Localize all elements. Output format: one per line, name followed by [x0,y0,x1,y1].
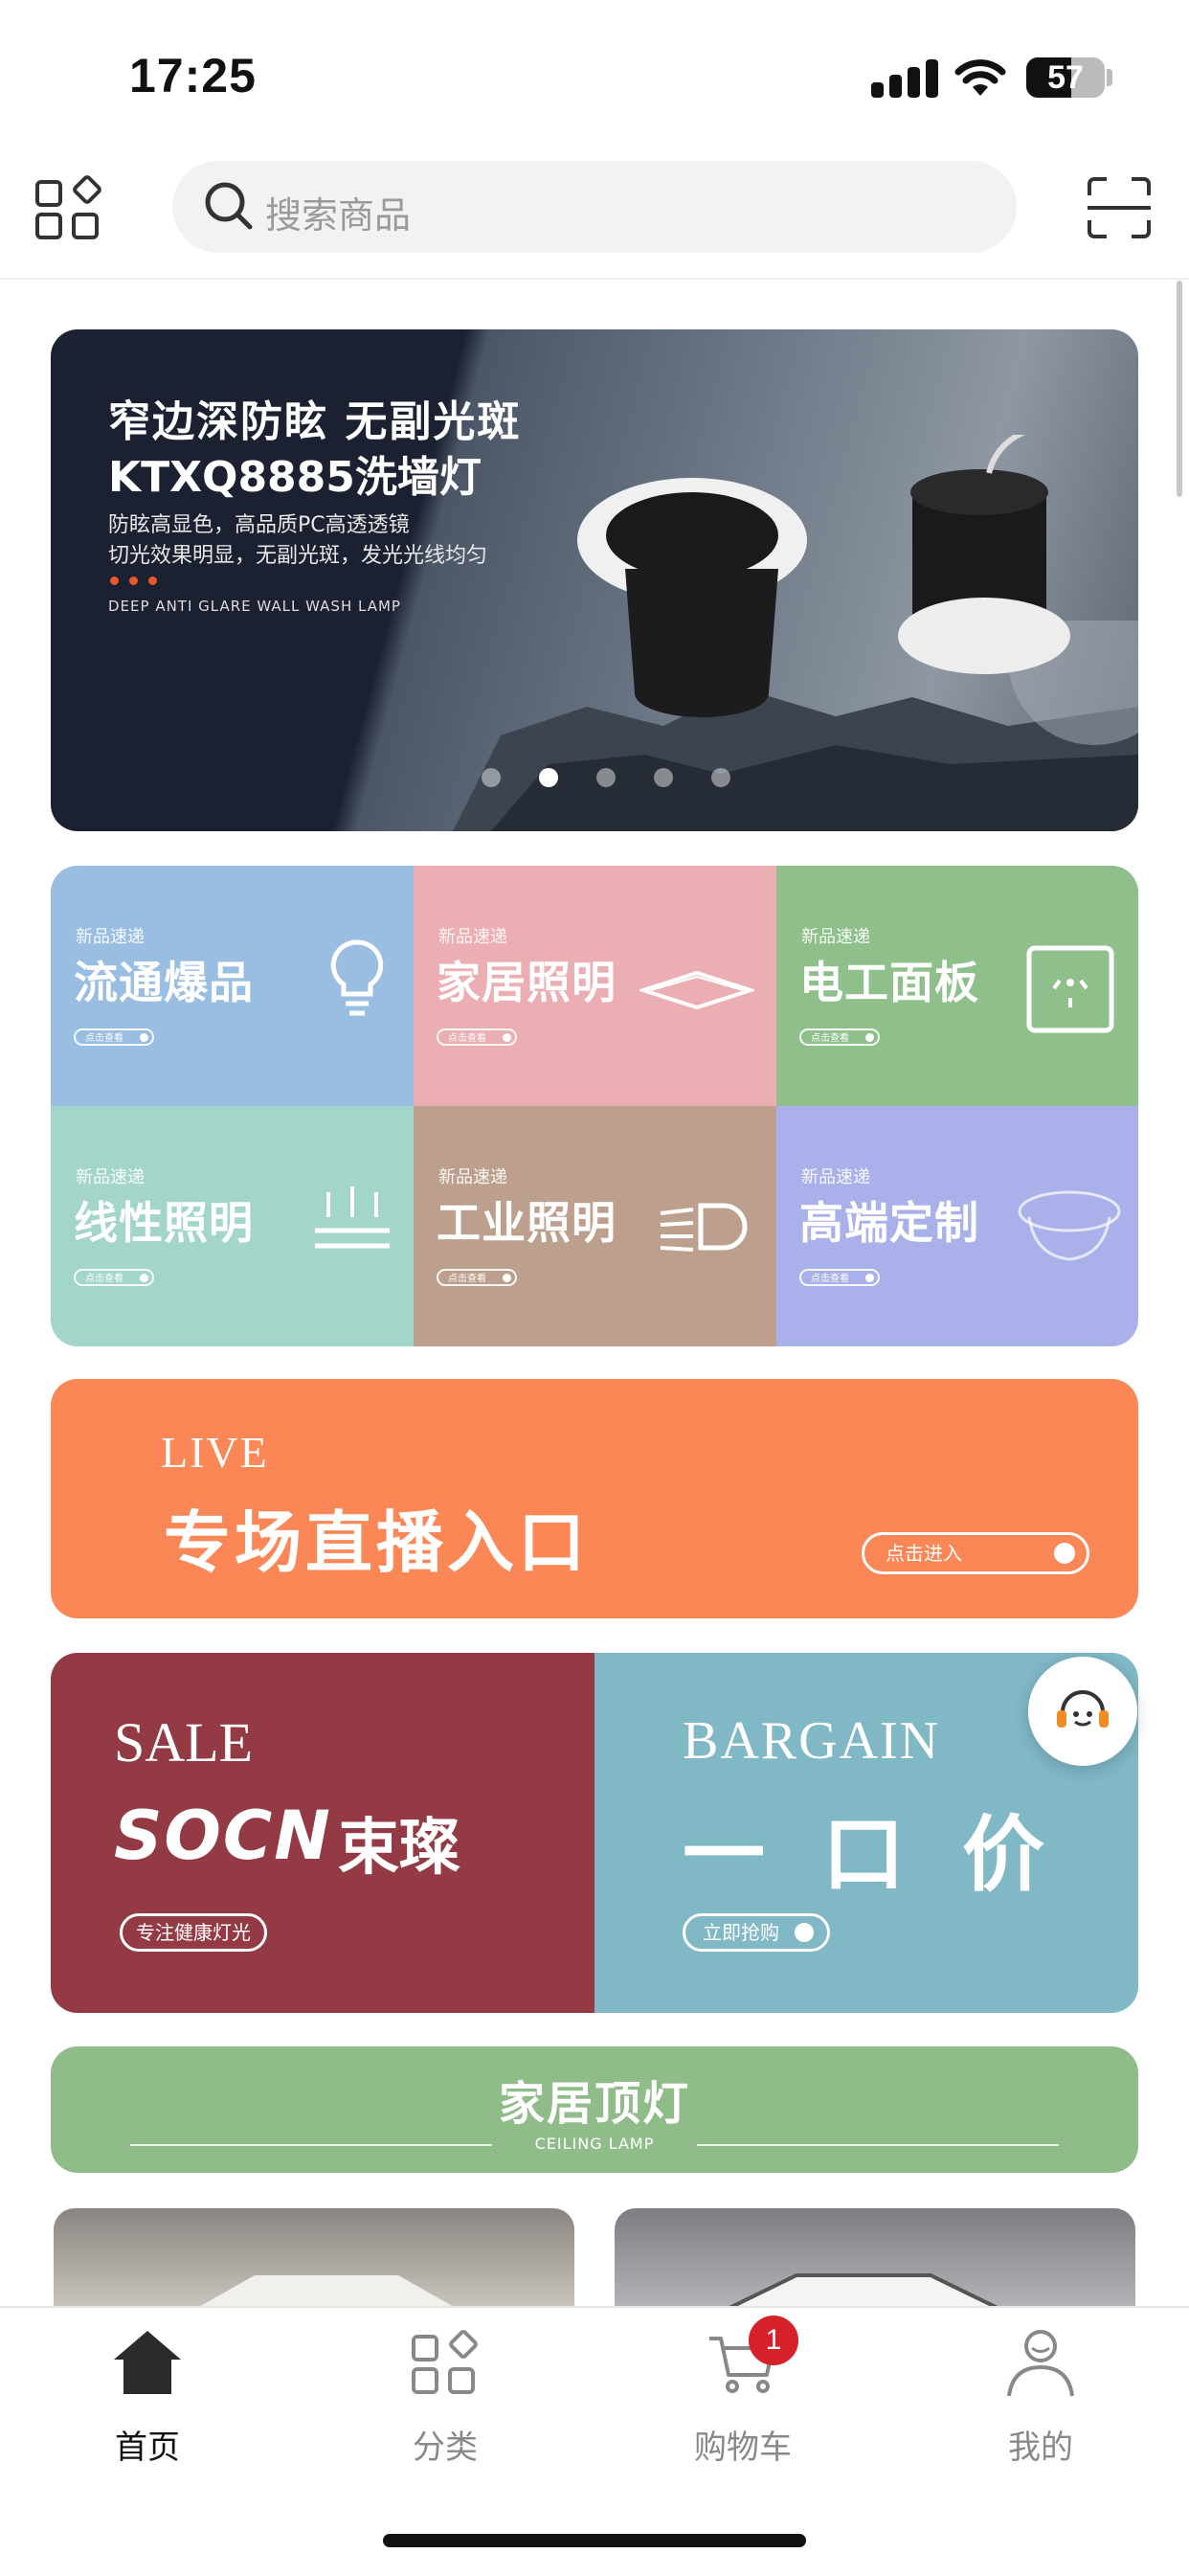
tab-label: 首页 [115,2429,180,2467]
banner-product-image [577,435,1070,717]
wifi-icon [954,59,1006,96]
banner-page-dot[interactable] [654,768,673,787]
category-tag: 新品速递 [76,927,145,947]
industrial-light-icon [660,1203,748,1252]
battery-cap [1107,69,1112,86]
ceiling-panel-icon [639,970,754,1010]
banner-page-dot[interactable] [539,768,558,787]
category-name: 线性照明 [74,1197,254,1249]
bargain-title: 一口价 [683,1807,1102,1903]
category-tile[interactable]: 新品速递家居照明点击查看 [414,866,776,1106]
cart-badge: 1 [749,2316,798,2365]
scrollbar[interactable] [1177,281,1182,497]
brand-logo-cn: 束璨 [338,1813,460,1884]
category-grid: 新品速递 流通爆品 点击查看 新品速递 家居照明 点击查看 新品速递 电工面板 点击查看 新品速递… [51,866,1138,1346]
bargain-buy-label: 立即抢购 [703,1921,779,1944]
tab-profile[interactable]: 我的 [935,2317,1146,2471]
category-name: 电工面板 [799,957,979,1008]
category-name: 流通爆品 [74,957,254,1008]
category-icon [412,2330,478,2394]
banner-model: KTXQ8885洗墙灯 [108,453,482,502]
section-subtitle: CEILING LAMP [534,2135,655,2153]
bulb-icon [330,939,384,1016]
live-english: LIVE [161,1428,269,1477]
banner-page-dot[interactable] [711,768,730,787]
category-tag: 新品速递 [801,1167,870,1187]
linear-light-icon [315,1186,390,1249]
live-enter-button[interactable]: 点击进入 [862,1532,1089,1574]
cellular-signal-icon [871,59,938,98]
category-tile[interactable]: 新品速递高端定制点击查看 [776,1106,1138,1346]
search-placeholder: 搜索商品 [265,194,412,237]
customer-service-button[interactable] [1028,1657,1137,1766]
sale-english: SALE [114,1711,253,1774]
home-icon [114,2331,181,2394]
section-title: 家居顶灯 [498,2077,690,2131]
banner-accent-dot [129,576,138,585]
banner-page-dot[interactable] [482,768,501,787]
banner-desc-1: 防眩高显色，高品质PC高透透镜 [108,513,410,537]
category-tag: 新品速递 [801,927,870,947]
promo-banner[interactable]: 窄边深防眩 无副光斑 KTXQ8885洗墙灯 防眩高显色，高品质PC高透透镜 切… [51,329,1138,831]
banner-page-dot[interactable] [596,768,616,787]
product-image [729,2273,998,2308]
header-divider [0,278,1189,280]
category-view-button[interactable]: 点击查看 [799,1028,880,1046]
category-name: 工业照明 [437,1197,617,1249]
status-time: 17:25 [129,49,257,102]
category-view-button[interactable]: 点击查看 [74,1269,154,1286]
tab-home[interactable]: 首页 [42,2317,253,2471]
brand-logo: SOCN [114,1796,332,1875]
status-bar: 17:25 57 [0,0,1189,153]
tab-category[interactable]: 分类 [340,2317,550,2471]
category-tag: 新品速递 [438,927,507,947]
category-name: 家居照明 [437,957,617,1008]
tab-cart[interactable]: 购物车 [638,2317,848,2471]
play-icon [1054,1543,1075,1564]
product-card[interactable] [54,2208,574,2308]
category-view-button[interactable]: 点击查看 [437,1028,517,1046]
battery-indicator: 57 [1026,57,1105,98]
banner-title: 窄边深防眩 无副光斑 [108,397,522,446]
category-tile[interactable]: 新品速递工业照明点击查看 [414,1106,776,1346]
category-view-button[interactable]: 点击查看 [799,1269,880,1286]
live-enter-label: 点击进入 [886,1542,962,1565]
category-name: 高端定制 [799,1197,979,1249]
banner-accent-dot [148,576,157,585]
live-entry-card[interactable]: LIVE 专场直播入口 点击进入 [51,1379,1138,1618]
headset-icon [1057,1690,1109,1728]
category-tile[interactable]: 新品速递流通爆品点击查看 [51,866,414,1106]
tab-label: 分类 [413,2429,478,2467]
bargain-buy-button[interactable]: 立即抢购 [683,1913,830,1952]
sale-button[interactable]: 专注健康灯光 [120,1913,267,1952]
socket-icon [1026,945,1114,1033]
banner-english: DEEP ANTI GLARE WALL WASH LAMP [108,598,401,615]
user-icon [1007,2330,1074,2397]
banner-desc-2: 切光效果明显，无副光斑，发光光线均匀 [108,544,488,568]
home-indicator[interactable] [383,2534,806,2547]
tab-label: 购物车 [694,2429,792,2467]
category-tag: 新品速递 [438,1167,507,1187]
tab-label: 我的 [1008,2429,1073,2467]
banner-accent-dot [110,576,119,585]
live-title: 专场直播入口 [164,1503,589,1582]
category-tile[interactable]: 新品速递电工面板点击查看 [776,866,1138,1106]
play-icon [795,1923,814,1942]
sale-card[interactable]: SALE SOCN 束璨 专注健康灯光 [51,1653,594,2013]
category-grid-icon[interactable] [34,174,103,243]
product-image [197,2275,456,2308]
downlight-icon [1018,1190,1121,1261]
bargain-english: BARGAIN [683,1711,941,1771]
scan-icon[interactable] [1086,176,1153,239]
battery-percent: 57 [1047,59,1084,96]
category-view-button[interactable]: 点击查看 [74,1028,154,1046]
product-card[interactable] [615,2208,1135,2308]
category-view-button[interactable]: 点击查看 [437,1269,517,1286]
category-tile[interactable]: 新品速递线性照明点击查看 [51,1106,414,1346]
search-icon [205,182,253,230]
category-tag: 新品速递 [76,1167,145,1187]
section-header: 家居顶灯 CEILING LAMP [51,2046,1138,2173]
